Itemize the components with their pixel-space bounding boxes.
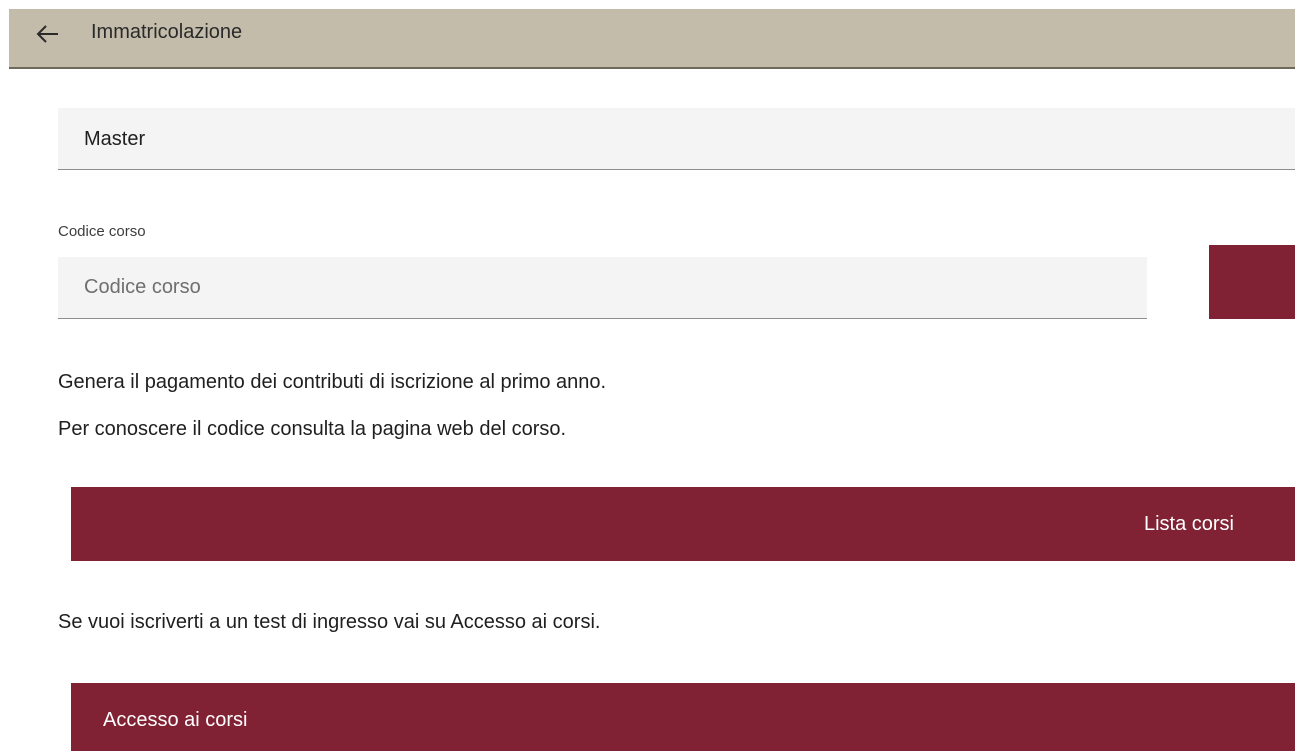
course-list-button-label: Lista corsi (1143, 513, 1234, 535)
course-type-select[interactable]: Master (58, 108, 1295, 170)
back-arrow-icon[interactable] (35, 21, 61, 47)
course-access-button-label: Accesso ai corsi (103, 709, 248, 731)
enrollment-page: Immatricolazione Master Codice corso Gen… (0, 0, 1295, 751)
payment-info-text: Genera il pagamento dei contributi di is… (58, 371, 607, 393)
course-code-input[interactable] (58, 257, 1147, 319)
back-arrow-svg (36, 25, 58, 43)
course-access-button[interactable]: Accesso ai corsi (71, 683, 1295, 751)
top-app-bar: Immatricolazione (9, 9, 1295, 69)
page-title: Immatricolazione (91, 21, 243, 43)
course-code-submit-button[interactable] (1209, 245, 1295, 319)
entrance-test-info-text: Se vuoi iscriverti a un test di ingresso… (58, 611, 601, 633)
course-list-button[interactable]: Lista corsi (71, 487, 1295, 561)
course-code-label: Codice corso (58, 223, 146, 240)
course-type-value: Master (84, 128, 146, 150)
course-code-hint-text: Per conoscere il codice consulta la pagi… (58, 418, 567, 440)
